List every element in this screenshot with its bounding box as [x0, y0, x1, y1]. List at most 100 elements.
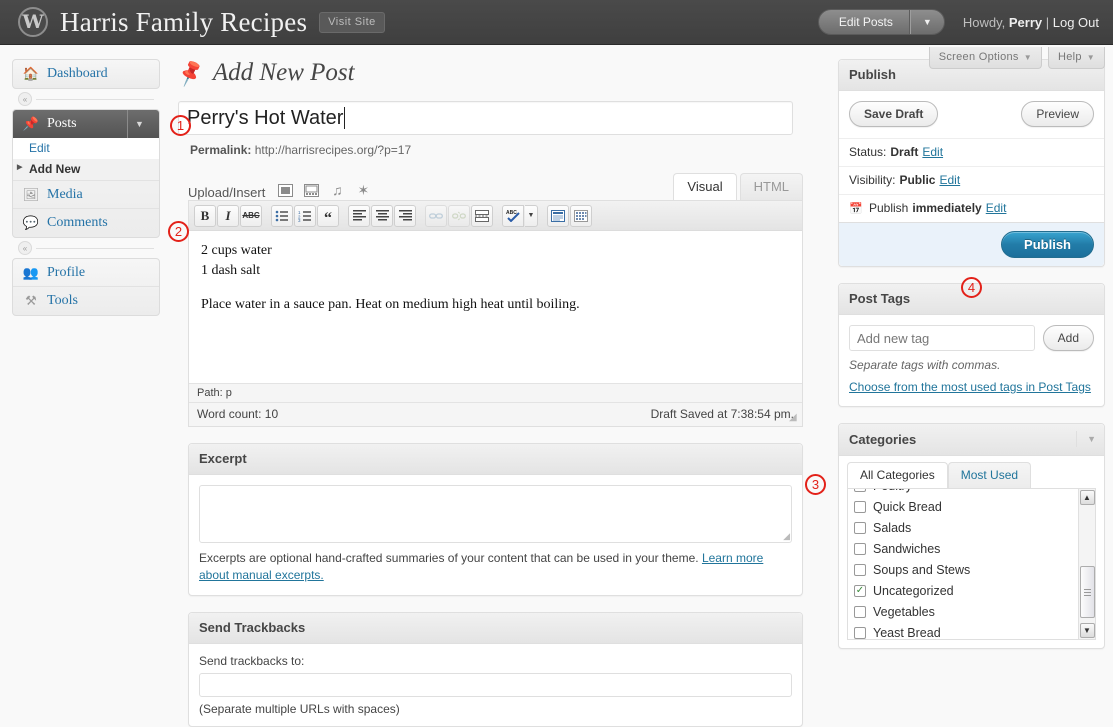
- screen-meta-links: Screen Options ▼ Help ▼: [928, 47, 1105, 69]
- status-edit-link[interactable]: Edit: [922, 145, 943, 159]
- checkbox-icon[interactable]: [854, 626, 866, 639]
- checkbox-icon[interactable]: [854, 489, 866, 492]
- trackbacks-label: Send trackbacks to:: [199, 653, 305, 668]
- align-center-button[interactable]: [371, 204, 393, 227]
- sidebar-item-label: Dashboard: [47, 66, 108, 81]
- scrollbar-grip-icon: [1083, 588, 1091, 596]
- scrollbar-thumb[interactable]: [1079, 566, 1095, 619]
- scrollbar-track[interactable]: [1079, 506, 1095, 622]
- trackbacks-input[interactable]: [199, 672, 792, 697]
- chevron-down-icon[interactable]: ▼: [1076, 431, 1096, 448]
- italic-button[interactable]: I: [217, 204, 239, 227]
- post-title-input[interactable]: Perry's Hot Water: [178, 101, 793, 135]
- sidebar-item-tools[interactable]: ⚒ Tools: [13, 287, 159, 315]
- category-item[interactable]: Soups and Stews: [854, 559, 1078, 580]
- align-left-button[interactable]: [348, 204, 370, 227]
- checkbox-icon[interactable]: [854, 500, 866, 513]
- insert-link-button[interactable]: [425, 204, 447, 227]
- user-name[interactable]: Perry: [1009, 15, 1042, 30]
- tab-all-categories[interactable]: All Categories: [847, 462, 948, 489]
- sidebar-subitem-add-new[interactable]: Add New: [13, 159, 159, 180]
- screen-options-tab[interactable]: Screen Options ▼: [928, 47, 1042, 69]
- excerpt-box: Excerpt ◢ Excerpts are optional hand-cra…: [188, 443, 803, 596]
- sidebar-item-media[interactable]: 🖼 Media: [13, 181, 159, 209]
- editor-content[interactable]: 2 cups water 1 dash salt Place water in …: [189, 231, 802, 383]
- sidebar-item-dashboard[interactable]: 🏠 Dashboard: [13, 60, 159, 88]
- media-star-icon[interactable]: ✶: [355, 182, 371, 198]
- site-title[interactable]: Harris Family Recipes: [60, 7, 307, 38]
- tab-html[interactable]: HTML: [739, 173, 803, 200]
- scroll-down-icon[interactable]: ▼: [1079, 623, 1095, 639]
- scroll-up-icon[interactable]: ▲: [1079, 490, 1095, 506]
- category-item[interactable]: Yeast Bread: [854, 622, 1078, 639]
- visibility-edit-link[interactable]: Edit: [939, 173, 960, 187]
- category-item[interactable]: Quick Bread: [854, 496, 1078, 517]
- chevron-down-icon: ▼: [1086, 52, 1095, 62]
- category-item[interactable]: Poultry: [854, 489, 1078, 496]
- insert-more-tag-button[interactable]: [471, 204, 493, 227]
- chevron-down-icon[interactable]: ▼: [909, 10, 944, 34]
- excerpt-textarea[interactable]: ◢: [199, 485, 792, 543]
- editor-resize-handle[interactable]: ◢: [789, 413, 800, 424]
- sidebar-item-profile[interactable]: 👥 Profile: [13, 259, 159, 287]
- category-item[interactable]: ✓ Uncategorized: [854, 580, 1078, 601]
- schedule-edit-link[interactable]: Edit: [986, 201, 1007, 215]
- new-tag-input[interactable]: Add new tag: [849, 325, 1035, 351]
- video-icon[interactable]: [303, 182, 319, 198]
- image-icon[interactable]: [277, 182, 293, 198]
- most-used-tags-link[interactable]: Choose from the most used tags in Post T…: [849, 380, 1091, 394]
- spellcheck-button[interactable]: ABC: [502, 204, 524, 227]
- chevron-down-icon[interactable]: ▼: [525, 204, 538, 227]
- audio-icon[interactable]: ♫: [329, 182, 345, 198]
- unordered-list-button[interactable]: [271, 204, 293, 227]
- ordered-list-button[interactable]: 123: [294, 204, 316, 227]
- wordpress-logo-icon[interactable]: W: [18, 7, 48, 37]
- main-content: 📌 Add New Post Perry's Hot Water Permali…: [160, 45, 828, 727]
- category-item[interactable]: Sandwiches: [854, 538, 1078, 559]
- bold-button[interactable]: B: [194, 204, 216, 227]
- collapse-icon[interactable]: «: [18, 92, 32, 106]
- category-item[interactable]: Salads: [854, 517, 1078, 538]
- publish-button[interactable]: Publish: [1001, 231, 1094, 258]
- sidebar-subitem-edit[interactable]: Edit: [13, 138, 159, 159]
- post-editor: B I ABC 123 “ ABC ▼ 2 cups water 1 dash …: [188, 200, 803, 427]
- visit-site-button[interactable]: Visit Site: [319, 11, 385, 33]
- users-icon: 👥: [22, 264, 40, 280]
- collapse-icon[interactable]: «: [18, 241, 32, 255]
- help-tab[interactable]: Help ▼: [1047, 47, 1105, 69]
- kitchen-sink-button[interactable]: [570, 204, 592, 227]
- save-draft-button[interactable]: Save Draft: [849, 101, 939, 127]
- sidebar-item-posts[interactable]: 📌 Posts ▼: [13, 110, 159, 138]
- add-tag-button[interactable]: Add: [1042, 325, 1094, 351]
- status-label: Status:: [849, 145, 887, 159]
- excerpt-box-title: Excerpt: [189, 444, 802, 475]
- editor-paragraph: Place water in a sauce pan. Heat on medi…: [201, 296, 580, 312]
- excerpt-help-text: Excerpts are optional hand-crafted summa…: [199, 550, 792, 585]
- align-right-button[interactable]: [394, 204, 416, 227]
- tab-most-used[interactable]: Most Used: [947, 462, 1032, 489]
- pin-icon: 📌: [175, 58, 207, 89]
- permalink-row: Permalink: http://harrisrecipes.org/?p=1…: [190, 143, 828, 157]
- category-label: Vegetables: [873, 604, 935, 619]
- strikethrough-button[interactable]: ABC: [240, 204, 262, 227]
- checkbox-icon[interactable]: [854, 563, 866, 576]
- logout-link[interactable]: Log Out: [1053, 15, 1099, 30]
- category-label: Sandwiches: [873, 541, 941, 556]
- categories-scrollbar[interactable]: ▲ ▼: [1078, 489, 1095, 640]
- preview-button[interactable]: Preview: [1021, 101, 1094, 127]
- checkbox-icon[interactable]: [854, 542, 866, 555]
- permalink-url[interactable]: http://harrisrecipes.org/?p=17: [255, 143, 411, 157]
- category-item[interactable]: Vegetables: [854, 601, 1078, 622]
- sidebar-item-comments[interactable]: 💬 Comments: [13, 209, 159, 237]
- chevron-down-icon[interactable]: ▼: [127, 110, 151, 138]
- edit-posts-dropdown[interactable]: Edit Posts ▼: [817, 9, 945, 35]
- fullscreen-button[interactable]: [547, 204, 569, 227]
- tab-visual[interactable]: Visual: [673, 173, 737, 200]
- visibility-label: Visibility:: [849, 173, 896, 187]
- blockquote-button[interactable]: “: [317, 204, 339, 227]
- unlink-button[interactable]: [448, 204, 470, 227]
- checkbox-icon[interactable]: [854, 605, 866, 618]
- checkbox-checked-icon[interactable]: ✓: [854, 584, 866, 597]
- textarea-resize-handle[interactable]: ◢: [783, 531, 790, 542]
- checkbox-icon[interactable]: [854, 521, 866, 534]
